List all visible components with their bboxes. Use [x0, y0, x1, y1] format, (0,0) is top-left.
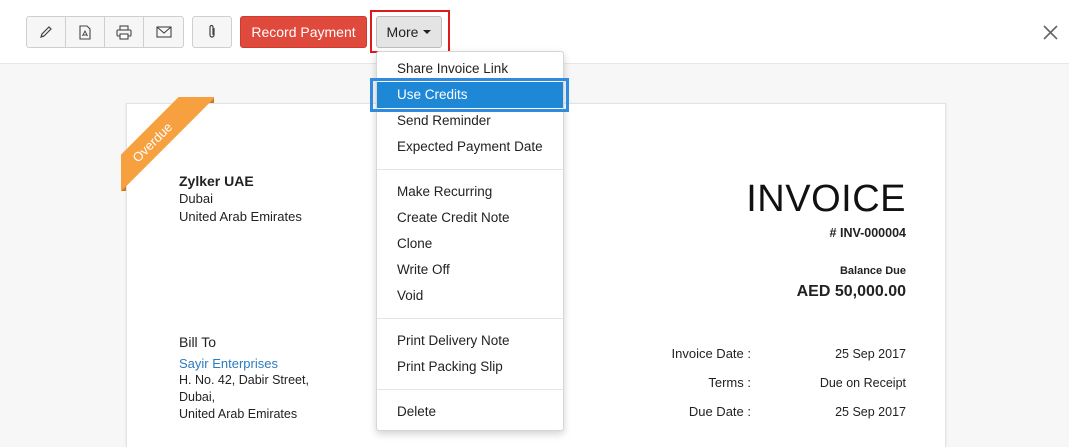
more-button-label: More — [386, 24, 419, 40]
bill-to-label: Bill To — [179, 334, 217, 350]
due-date-label: Due Date : — [688, 404, 751, 419]
invoice-date-value: 25 Sep 2017 — [835, 347, 906, 361]
menu-item-clone[interactable]: Clone — [377, 231, 563, 257]
print-icon — [116, 24, 132, 40]
mail-icon — [155, 26, 172, 38]
attach-button[interactable] — [192, 16, 232, 48]
menu-divider — [377, 318, 563, 319]
balance-due-label: Balance Due — [839, 265, 906, 277]
company-name: Zylker UAE — [179, 173, 254, 189]
menu-item-void[interactable]: Void — [377, 283, 563, 309]
company-address: Zylker UAE Dubai United Arab Emirates — [179, 172, 302, 226]
menu-divider — [377, 169, 563, 170]
paperclip-icon — [209, 24, 215, 38]
invoice-title: INVOICE — [746, 178, 906, 220]
caret-down-icon — [423, 30, 432, 34]
more-button[interactable]: More — [376, 16, 442, 48]
menu-item-delete[interactable]: Delete — [377, 399, 563, 425]
pencil-icon — [40, 26, 52, 38]
invoice-meta-values: 25 Sep 2017 Due on Receipt 25 Sep 2017 — [820, 345, 906, 432]
terms-label: Terms : — [708, 375, 751, 390]
print-button[interactable] — [105, 17, 144, 47]
close-button[interactable] — [1040, 22, 1060, 42]
menu-item-expected-payment-date[interactable]: Expected Payment Date — [377, 134, 563, 160]
company-country: United Arab Emirates — [179, 209, 302, 224]
customer-address-line: H. No. 42, Dabir Street, — [179, 373, 309, 387]
due-date-value: 25 Sep 2017 — [835, 405, 906, 419]
bill-to-section: Bill To Sayir Enterprises H. No. 42, Dab… — [179, 334, 309, 423]
action-button-group — [26, 16, 184, 48]
menu-item-write-off[interactable]: Write Off — [377, 257, 563, 283]
menu-item-create-credit-note[interactable]: Create Credit Note — [377, 205, 563, 231]
menu-item-make-recurring[interactable]: Make Recurring — [377, 179, 563, 205]
pdf-button[interactable] — [66, 17, 105, 47]
invoice-meta-labels: Invoice Date : Terms : Due Date : — [672, 345, 752, 432]
record-payment-button[interactable]: Record Payment — [240, 16, 367, 48]
company-city: Dubai — [179, 191, 213, 206]
email-button[interactable] — [144, 17, 183, 47]
invoice-number: # INV-000004 — [829, 226, 906, 240]
invoice-date-label: Invoice Date : — [671, 346, 752, 361]
menu-item-print-packing-slip[interactable]: Print Packing Slip — [377, 354, 563, 380]
active-item-highlight — [370, 78, 569, 112]
terms-value: Due on Receipt — [819, 376, 906, 390]
edit-button[interactable] — [27, 17, 66, 47]
customer-name-link[interactable]: Sayir Enterprises — [179, 355, 309, 372]
customer-address-line: United Arab Emirates — [179, 407, 298, 421]
pdf-icon — [79, 24, 91, 40]
menu-divider — [377, 389, 563, 390]
customer-address-line: Dubai, — [179, 390, 216, 404]
close-icon — [1042, 24, 1058, 40]
balance-due-amount: AED 50,000.00 — [796, 283, 906, 300]
menu-item-print-delivery-note[interactable]: Print Delivery Note — [377, 328, 563, 354]
